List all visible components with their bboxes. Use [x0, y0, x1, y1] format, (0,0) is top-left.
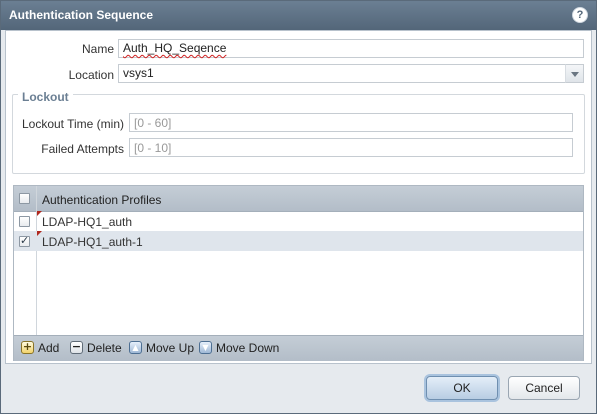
dialog-footer: OK Cancel	[1, 364, 596, 413]
dialog-content: Name Auth_HQ_Seqence Location vsys1 Lock…	[5, 30, 592, 364]
delete-label: Delete	[87, 341, 122, 355]
minus-icon: −	[70, 340, 83, 354]
arrow-up-icon: ▲	[129, 341, 142, 354]
move-up-button[interactable]: ▲ Move Up	[129, 341, 195, 356]
authentication-sequence-dialog: Authentication Sequence ? Name Auth_HQ_S…	[0, 0, 597, 414]
authentication-profiles-header[interactable]: Authentication Profiles	[42, 193, 161, 207]
ok-button[interactable]: OK	[426, 376, 498, 400]
name-label: Name	[81, 42, 114, 56]
add-label: Add	[38, 341, 60, 355]
move-down-label: Move Down	[216, 341, 280, 355]
location-select[interactable]: vsys1	[118, 64, 566, 83]
cancel-button[interactable]: Cancel	[508, 376, 580, 400]
arrow-down-icon: ▼	[199, 341, 212, 354]
select-all-checkbox[interactable]	[19, 193, 30, 204]
name-input-value: Auth_HQ_Seqence	[123, 41, 227, 55]
help-icon[interactable]: ?	[572, 7, 588, 23]
failed-attempts-label: Failed Attempts	[41, 142, 124, 156]
lockout-legend: Lockout	[18, 90, 73, 104]
dialog-title: Authentication Sequence	[9, 8, 154, 22]
chevron-down-icon[interactable]	[565, 64, 584, 83]
grid-toolbar: + Add − Delete ▲ Move Up ▼ Move Down	[14, 335, 583, 361]
failed-attempts-input[interactable]	[129, 138, 573, 157]
lockout-time-input[interactable]	[129, 113, 573, 132]
table-row[interactable]: LDAP-HQ1_auth	[14, 211, 583, 231]
profile-name: LDAP-HQ1_auth	[42, 215, 133, 229]
move-up-label: Move Up	[146, 341, 195, 355]
name-input[interactable]: Auth_HQ_Seqence	[118, 39, 584, 58]
delete-button[interactable]: − Delete	[70, 341, 124, 356]
location-label: Location	[68, 68, 114, 82]
location-select-value: vsys1	[123, 66, 154, 80]
plus-icon: +	[21, 340, 34, 354]
grid-header: Authentication Profiles	[14, 186, 583, 212]
lockout-group	[12, 94, 585, 174]
row-checkbox[interactable]	[19, 216, 30, 227]
lockout-time-label: Lockout Time (min)	[21, 117, 124, 131]
table-row[interactable]: LDAP-HQ1_auth-1	[14, 231, 583, 251]
row-checkbox[interactable]	[19, 234, 30, 247]
dialog-titlebar[interactable]: Authentication Sequence ?	[1, 1, 596, 30]
profile-name: LDAP-HQ1_auth-1	[42, 235, 143, 249]
add-button[interactable]: + Add	[21, 341, 63, 356]
move-down-button[interactable]: ▼ Move Down	[199, 341, 279, 356]
authentication-profiles-grid: Authentication Profiles LDAP-HQ1_auth LD…	[13, 185, 584, 361]
column-divider	[36, 186, 37, 335]
